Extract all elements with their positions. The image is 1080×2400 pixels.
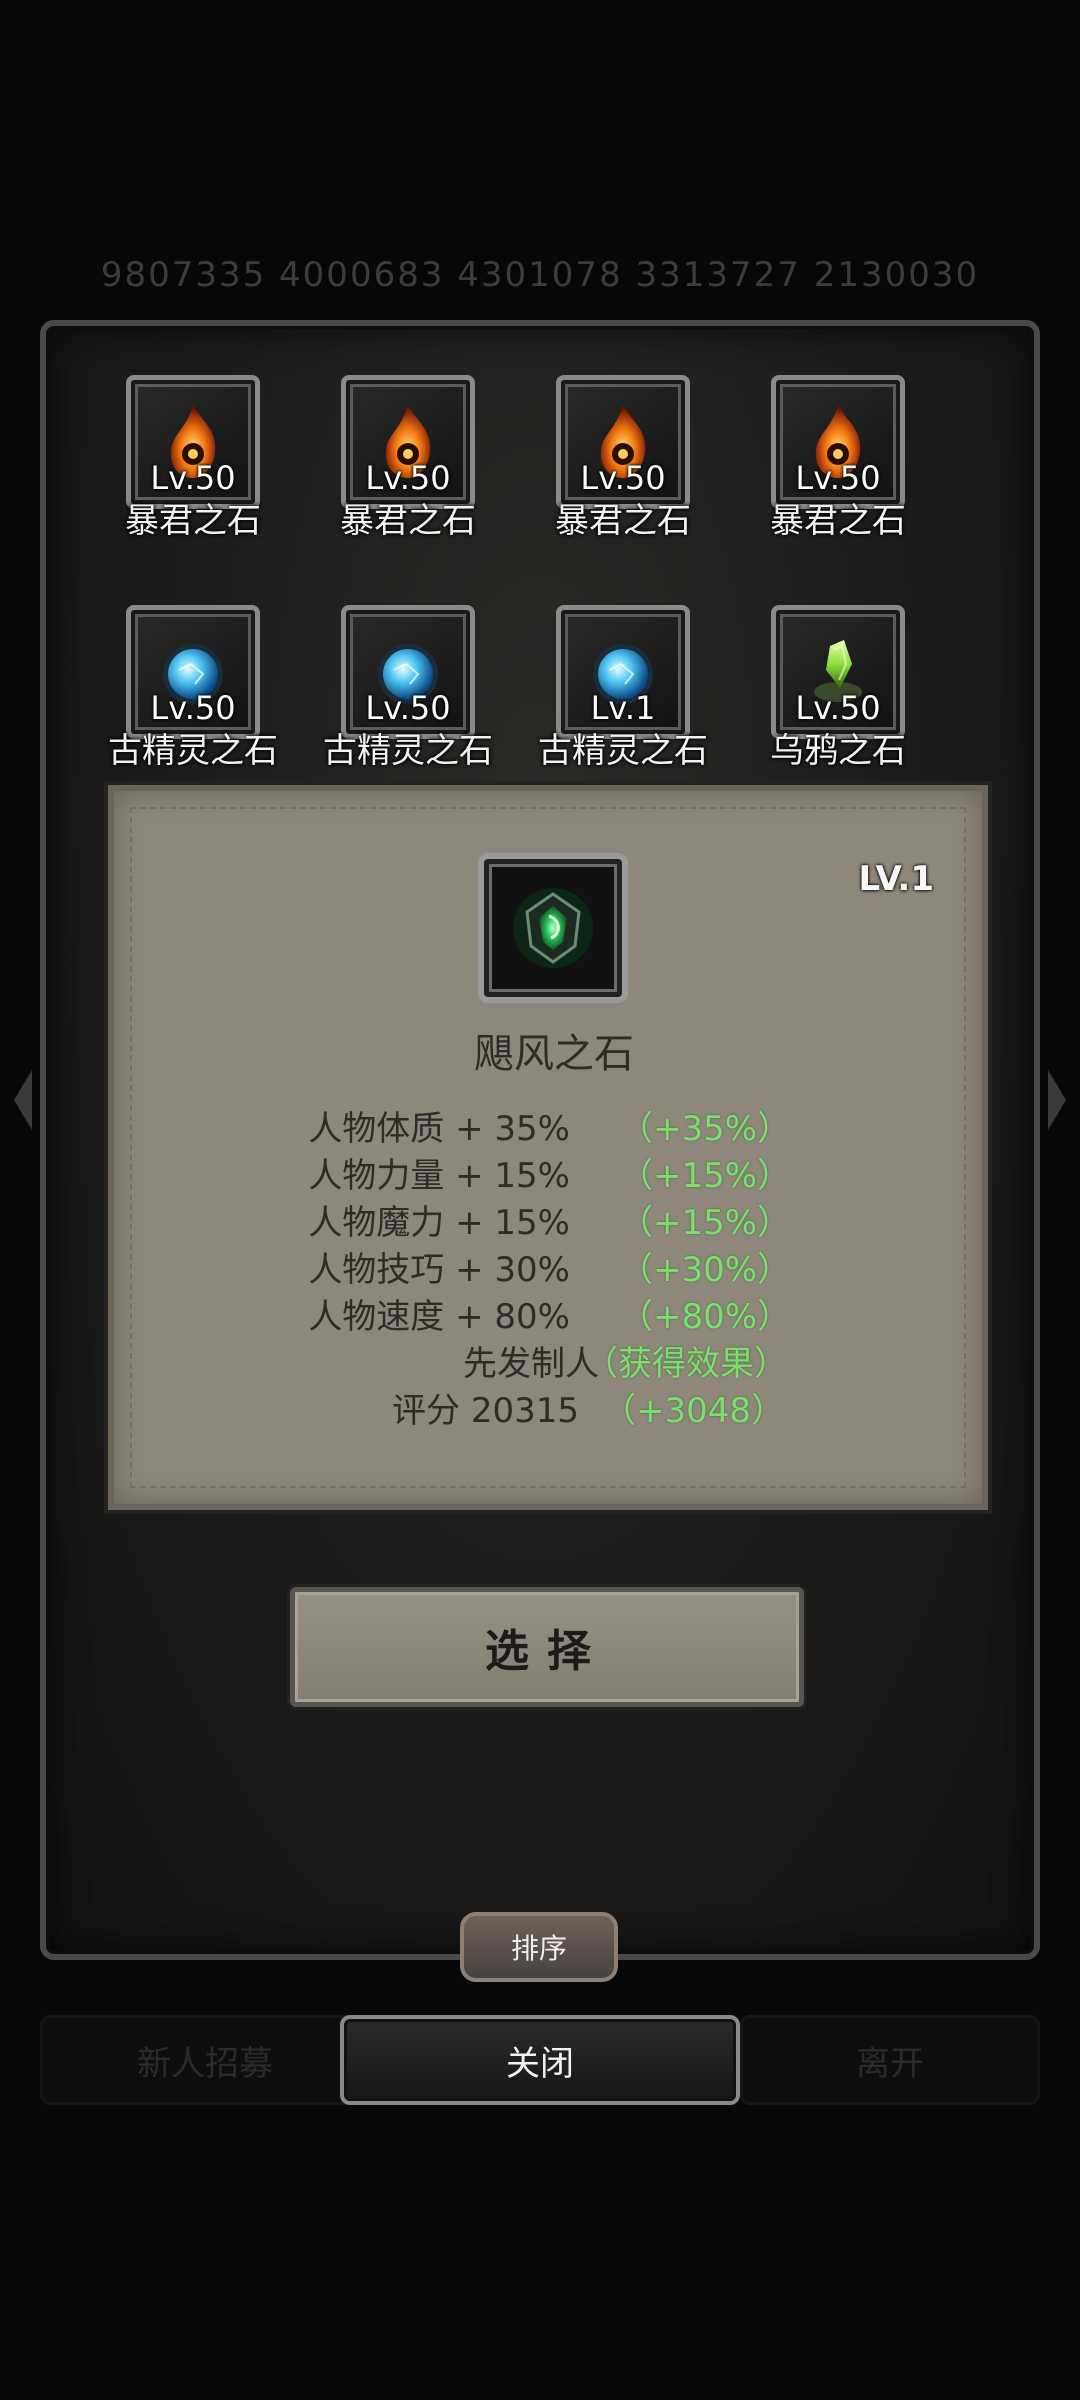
stat-bonus: （+80%） <box>619 1297 792 1337</box>
stone-level: Lv.50 <box>365 459 451 497</box>
stone-level: Lv.1 <box>590 689 656 727</box>
stone-slot[interactable]: Lv.50 暴君之石 <box>325 375 540 555</box>
stat-label: 人物体质 + 35% <box>308 1109 570 1149</box>
stone-level: Lv.50 <box>150 689 236 727</box>
stat-bonus: （+15%） <box>619 1203 792 1243</box>
stat-bonus: （+15%） <box>619 1156 792 1196</box>
stat-row: 人物力量 + 15% （+15%） <box>114 1148 994 1196</box>
stone-slot[interactable]: Lv.50 乌鸦之石 <box>755 605 970 785</box>
game-screen: 9807335 4000683 4301078 3313727 2130030 … <box>0 0 1080 2400</box>
stone-level: Lv.50 <box>795 689 881 727</box>
close-button[interactable]: 关闭 <box>340 2015 740 2105</box>
stone-name: 古精灵之石 <box>323 731 493 771</box>
stat-row: 评分 20315 （+3048） <box>114 1383 994 1431</box>
stone-name: 古精灵之石 <box>538 731 708 771</box>
stone-slot[interactable]: Lv.50 古精灵之石 <box>108 605 325 785</box>
select-button[interactable]: 选择 <box>290 1587 804 1707</box>
stat-bonus: （获得效果） <box>584 1344 788 1384</box>
stat-row: 人物技巧 + 30% （+30%） <box>114 1242 994 1290</box>
stat-label: 先发制人 <box>463 1344 599 1384</box>
stat-bonus: （+3048） <box>602 1391 786 1431</box>
stat-label: 人物力量 + 15% <box>308 1156 570 1196</box>
stat-label: 评分 20315 <box>392 1391 579 1431</box>
stat-row: 人物体质 + 35% （+35%） <box>114 1101 994 1149</box>
stone-level: Lv.50 <box>795 459 881 497</box>
leave-button[interactable]: 离开 <box>740 2015 1040 2105</box>
stone-name: 暴君之石 <box>125 501 261 541</box>
sort-button[interactable]: 排序 <box>460 1912 618 1982</box>
detail-level: LV.1 <box>858 859 935 899</box>
stone-name: 乌鸦之石 <box>770 731 906 771</box>
stone-grid: Lv.50 暴君之石 Lv.50 暴君之石 Lv.50 暴君之石 Lv.50 暴… <box>108 375 970 785</box>
stone-level: Lv.50 <box>580 459 666 497</box>
background-stats: 9807335 4000683 4301078 3313727 2130030 <box>100 255 980 295</box>
stat-row: 人物速度 + 80% （+80%） <box>114 1289 994 1337</box>
stone-slot[interactable]: Lv.50 暴君之石 <box>110 375 325 555</box>
green-gem-icon <box>478 853 628 1003</box>
stone-slot[interactable]: Lv.50 暴君之石 <box>540 375 755 555</box>
stone-name: 暴君之石 <box>340 501 476 541</box>
stone-level: Lv.50 <box>365 689 451 727</box>
stat-row: 先发制人 （获得效果） <box>114 1336 994 1384</box>
stat-label: 人物速度 + 80% <box>308 1297 570 1337</box>
stat-bonus: （+30%） <box>619 1250 792 1290</box>
stone-slot[interactable]: Lv.50 暴君之石 <box>755 375 970 555</box>
left-arrow-icon[interactable] <box>14 1070 32 1130</box>
right-arrow-icon[interactable] <box>1048 1070 1066 1130</box>
stat-label: 人物魔力 + 15% <box>308 1203 570 1243</box>
stone-slot[interactable]: Lv.1 古精灵之石 <box>538 605 755 785</box>
stone-name: 暴君之石 <box>555 501 691 541</box>
stat-label: 人物技巧 + 30% <box>308 1250 570 1290</box>
stone-name: 古精灵之石 <box>108 731 278 771</box>
stone-detail-card: LV.1 飓风之石 人物体质 + 35% （+35%） 人物力量 + 15% （… <box>108 785 988 1510</box>
stat-row: 人物魔力 + 15% （+15%） <box>114 1195 994 1243</box>
stat-bonus: （+35%） <box>619 1109 792 1149</box>
stone-name: 暴君之石 <box>770 501 906 541</box>
recruit-button[interactable]: 新人招募 <box>40 2015 370 2105</box>
stone-level: Lv.50 <box>150 459 236 497</box>
detail-stone-name: 飓风之石 <box>474 1031 634 1077</box>
stone-slot[interactable]: Lv.50 古精灵之石 <box>323 605 540 785</box>
